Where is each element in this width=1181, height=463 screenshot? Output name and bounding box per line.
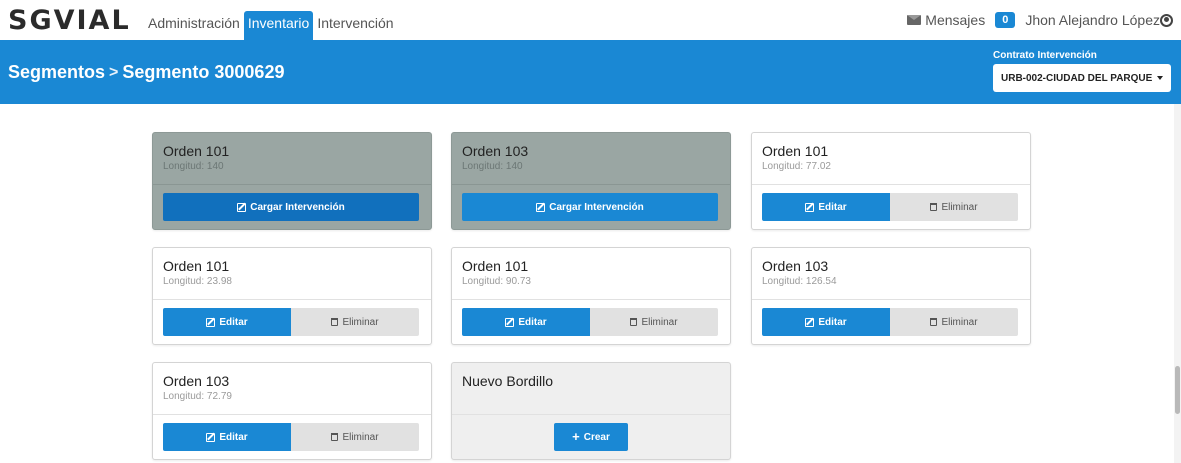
card-title: Nuevo Bordillo xyxy=(462,373,554,389)
delete-button[interactable]: Eliminar xyxy=(890,308,1018,336)
bordillo-card: Orden 103 Longitud: 140 Cargar Intervenc… xyxy=(451,132,731,230)
button-label: Eliminar xyxy=(941,316,978,328)
delete-button[interactable]: Eliminar xyxy=(291,308,419,336)
brand-logo[interactable]: SGVIAL xyxy=(8,4,131,38)
button-label: Eliminar xyxy=(342,431,379,443)
breadcrumb-segmentos[interactable]: Segmentos xyxy=(8,62,105,83)
card-title: Orden 101 xyxy=(163,258,230,274)
button-label: Eliminar xyxy=(941,201,978,213)
messages-label: Mensajes xyxy=(925,12,986,28)
bordillo-card: Orden 101 Longitud: 90.73 Editar Elimina… xyxy=(451,247,731,345)
load-intervention-button[interactable]: Cargar Intervención xyxy=(462,193,718,221)
button-label: Editar xyxy=(818,316,847,328)
messages-count-badge: 0 xyxy=(995,12,1016,28)
card-title: Orden 103 xyxy=(762,258,829,274)
edit-button[interactable]: Editar xyxy=(462,308,590,336)
card-length: Longitud: 126.54 xyxy=(762,276,837,287)
card-length: Longitud: 140 xyxy=(462,161,523,172)
card-length: Longitud: 23.98 xyxy=(163,276,232,287)
page-header: Segmentos > Segmento 3000629 Contrato In… xyxy=(0,40,1181,104)
trash-icon xyxy=(331,318,339,326)
envelope-icon xyxy=(907,15,922,25)
bordillo-card: Orden 103 Longitud: 126.54 Editar Elimin… xyxy=(751,247,1031,345)
bordillo-card: Orden 101 Longitud: 23.98 Editar Elimina… xyxy=(152,247,432,345)
user-circle-icon xyxy=(1160,14,1173,27)
breadcrumb-current: Segmento 3000629 xyxy=(122,62,285,82)
contract-value: URB-002-CIUDAD DEL PARQUE xyxy=(1001,72,1153,84)
card-title: Orden 101 xyxy=(462,258,529,274)
edit-button[interactable]: Editar xyxy=(163,308,291,336)
card-title: Orden 103 xyxy=(462,143,529,159)
load-intervention-button[interactable]: Cargar Intervención xyxy=(163,193,419,221)
button-label: Eliminar xyxy=(342,316,379,328)
delete-button[interactable]: Eliminar xyxy=(890,193,1018,221)
top-navbar: SGVIAL Administración Inventario Interve… xyxy=(0,0,1181,41)
card-length: Longitud: 140 xyxy=(163,161,224,172)
trash-icon xyxy=(930,318,938,326)
nav-intervencion[interactable]: Intervención xyxy=(313,12,397,41)
nav-administracion[interactable]: Administración xyxy=(144,12,244,41)
edit-icon xyxy=(805,317,815,327)
edit-icon xyxy=(505,317,515,327)
page-scrollbar[interactable] xyxy=(1174,104,1181,463)
card-title: Orden 101 xyxy=(163,143,230,159)
user-name: Jhon Alejandro López xyxy=(1025,12,1160,28)
messages-link[interactable]: Mensajes 0 xyxy=(907,12,1016,28)
card-length: Longitud: 72.79 xyxy=(163,391,232,402)
delete-button[interactable]: Eliminar xyxy=(590,308,718,336)
button-label: Editar xyxy=(818,201,847,213)
delete-button[interactable]: Eliminar xyxy=(291,423,419,451)
trash-icon xyxy=(331,433,339,441)
nav-inventario[interactable]: Inventario xyxy=(243,11,314,41)
card-title: Orden 103 xyxy=(163,373,230,389)
edit-button[interactable]: Editar xyxy=(163,423,291,451)
edit-button[interactable]: Editar xyxy=(762,193,890,221)
caret-down-icon xyxy=(1157,76,1163,80)
bordillo-card: Orden 101 Longitud: 140 Cargar Intervenc… xyxy=(152,132,432,230)
plus-icon: + xyxy=(572,429,580,444)
card-length: Longitud: 90.73 xyxy=(462,276,531,287)
chevron-right-icon: > xyxy=(109,63,119,81)
edit-button[interactable]: Editar xyxy=(762,308,890,336)
edit-icon xyxy=(805,202,815,212)
new-bordillo-card: Nuevo Bordillo + Crear xyxy=(451,362,731,460)
edit-icon xyxy=(536,202,546,212)
button-label: Cargar Intervención xyxy=(250,201,345,213)
button-label: Crear xyxy=(583,431,610,443)
trash-icon xyxy=(930,203,938,211)
trash-icon xyxy=(630,318,638,326)
edit-icon xyxy=(206,317,216,327)
card-title: Orden 101 xyxy=(762,143,829,159)
card-length: Longitud: 77.02 xyxy=(762,161,831,172)
button-label: Editar xyxy=(219,431,248,443)
button-label: Editar xyxy=(518,316,547,328)
nav-right: Mensajes 0 Jhon Alejandro López xyxy=(907,12,1173,28)
scroll-thumb[interactable] xyxy=(1175,366,1180,414)
contract-dropdown[interactable]: URB-002-CIUDAD DEL PARQUE xyxy=(993,64,1171,92)
main-nav: Administración Inventario Intervención xyxy=(144,11,398,41)
edit-icon xyxy=(237,202,247,212)
button-label: Cargar Intervención xyxy=(549,201,644,213)
button-label: Eliminar xyxy=(641,316,678,328)
button-label: Editar xyxy=(219,316,248,328)
user-menu[interactable]: Jhon Alejandro López xyxy=(1025,12,1173,28)
edit-icon xyxy=(206,432,216,442)
bordillo-card: Orden 103 Longitud: 72.79 Editar Elimina… xyxy=(152,362,432,460)
bordillo-card: Orden 101 Longitud: 77.02 Editar Elimina… xyxy=(751,132,1031,230)
breadcrumb: Segmentos > Segmento 3000629 xyxy=(8,62,284,83)
contract-selector: Contrato Intervención URB-002-CIUDAD DEL… xyxy=(993,50,1171,92)
contract-label: Contrato Intervención xyxy=(993,50,1097,61)
create-button[interactable]: + Crear xyxy=(554,423,628,451)
